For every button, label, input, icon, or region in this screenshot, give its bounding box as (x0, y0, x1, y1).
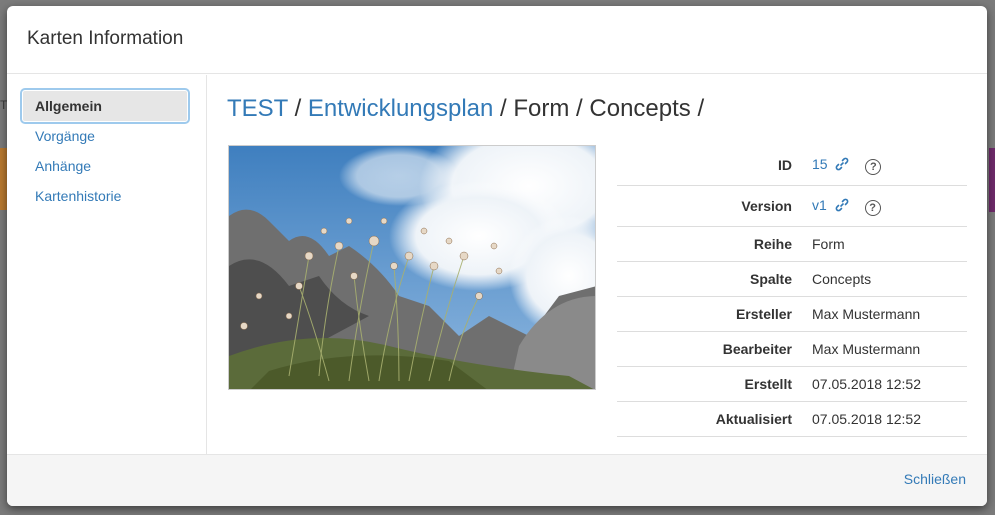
card-id-link[interactable]: 15 (812, 156, 828, 172)
chain-link-icon[interactable] (835, 198, 849, 215)
info-value-cell: 15 ? (812, 145, 967, 186)
card-info-modal: Karten Information Allgemein Vorgänge An… (7, 6, 987, 506)
info-row-aktualisiert: Aktualisiert 07.05.2018 12:52 (617, 401, 967, 437)
breadcrumb-link-plan[interactable]: Entwicklungsplan (308, 95, 493, 122)
modal-title: Karten Information (27, 28, 184, 49)
card-image[interactable] (228, 145, 596, 390)
info-row-id: ID 15 ? (617, 145, 967, 186)
nav-item-anhaenge[interactable]: Anhänge (23, 151, 187, 181)
modal-header: Karten Information (7, 6, 987, 74)
info-value-cell: v1 ? (812, 185, 967, 227)
info-label: Spalte (617, 261, 812, 297)
info-label: Ersteller (617, 296, 812, 332)
info-value: Form (812, 226, 967, 262)
modal-sidebar-nav: Allgemein Vorgänge Anhänge Kartenhistori… (7, 75, 207, 454)
info-label: Bearbeiter (617, 331, 812, 367)
question-circle-icon[interactable]: ? (864, 199, 881, 216)
chain-link-icon[interactable] (835, 157, 849, 174)
nav-item-kartenhistorie[interactable]: Kartenhistorie (23, 181, 187, 211)
info-label: Reihe (617, 226, 812, 262)
info-row-spalte: Spalte Concepts (617, 261, 967, 297)
breadcrumb-separator: / (576, 95, 583, 122)
question-circle-icon[interactable]: ? (865, 158, 882, 175)
info-value: Concepts (812, 261, 967, 297)
modal-footer: Schließen (7, 454, 987, 506)
breadcrumb-row: Form (513, 95, 570, 122)
info-value: Max Mustermann (812, 331, 967, 367)
breadcrumb-separator: / (697, 95, 705, 122)
info-value: Max Mustermann (812, 296, 967, 332)
breadcrumb-column: Concepts (589, 95, 691, 122)
info-row-ersteller: Ersteller Max Mustermann (617, 296, 967, 332)
info-row-erstellt: Erstellt 07.05.2018 12:52 (617, 366, 967, 402)
info-value: 07.05.2018 12:52 (812, 401, 967, 437)
info-row-version: Version v1 ? (617, 185, 967, 227)
breadcrumb-separator: / (294, 95, 302, 122)
card-info-table: ID 15 ? Version v1 ? Reihe Form Spalte C… (617, 145, 967, 437)
modal-content: TEST / Entwicklungsplan / Form / Concept… (207, 75, 987, 454)
breadcrumb: TEST / Entwicklungsplan / Form / Concept… (227, 95, 704, 123)
info-label: Version (617, 185, 812, 227)
nav-item-vorgaenge[interactable]: Vorgänge (23, 121, 187, 151)
modal-body: Allgemein Vorgänge Anhänge Kartenhistori… (7, 75, 987, 454)
version-link[interactable]: v1 (812, 197, 827, 213)
nav-item-allgemein[interactable]: Allgemein (20, 88, 190, 124)
info-label: Erstellt (617, 366, 812, 402)
close-button[interactable]: Schließen (904, 471, 966, 487)
background-app-fragment (989, 148, 995, 212)
breadcrumb-separator: / (500, 95, 507, 122)
info-row-bearbeiter: Bearbeiter Max Mustermann (617, 331, 967, 367)
info-label: Aktualisiert (617, 401, 812, 437)
info-label: ID (617, 145, 812, 186)
info-value: 07.05.2018 12:52 (812, 366, 967, 402)
breadcrumb-link-board[interactable]: TEST (227, 95, 288, 122)
info-row-reihe: Reihe Form (617, 226, 967, 262)
